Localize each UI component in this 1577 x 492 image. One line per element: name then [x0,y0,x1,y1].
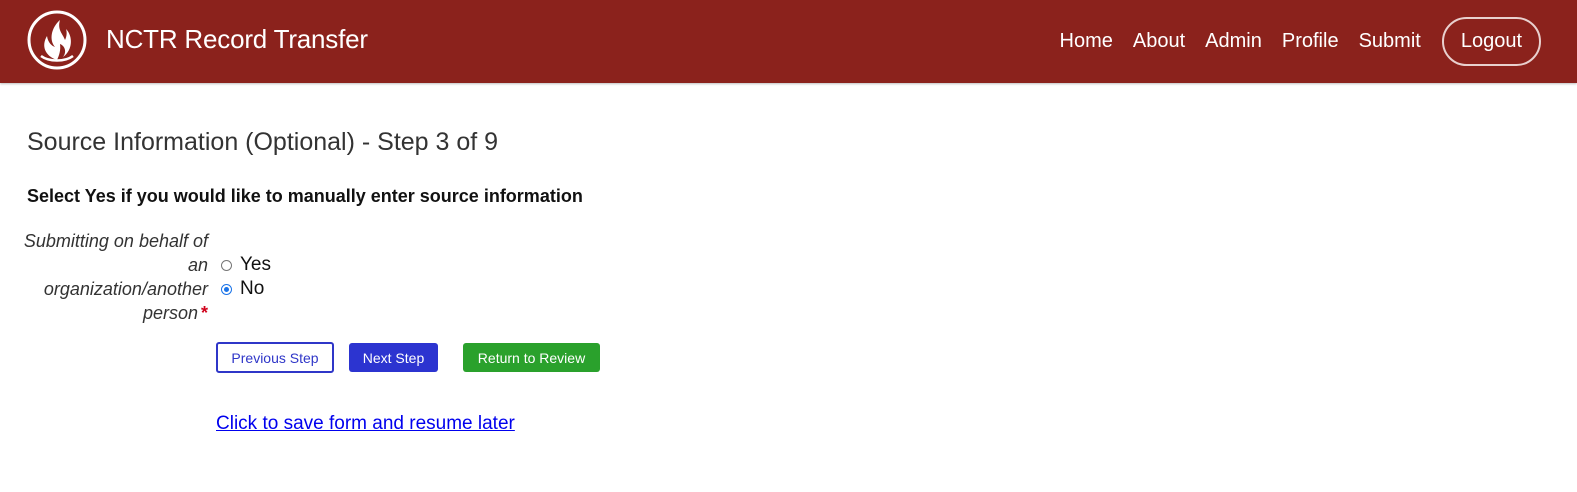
radio-no-label: No [240,278,265,299]
app-header: NCTR Record Transfer Home About Admin Pr… [0,0,1577,83]
field-label-submitting-on-behalf: Submitting on behalf of an organization/… [20,229,208,325]
radio-no[interactable] [221,283,232,295]
return-to-review-button[interactable]: Return to Review [463,343,600,372]
radio-yes-label: Yes [240,254,271,275]
nav-admin[interactable]: Admin [1205,30,1262,53]
radio-option-no[interactable]: No [221,277,271,301]
radio-yes[interactable] [221,259,232,271]
flame-emblem-icon[interactable] [27,10,87,70]
main-nav: Home About Admin Profile Submit Logout [1060,0,1541,83]
save-and-resume-link[interactable]: Click to save form and resume later [216,413,515,435]
form-instructions: Select Yes if you would like to manually… [27,186,583,206]
nav-submit[interactable]: Submit [1359,30,1421,53]
nav-about[interactable]: About [1133,30,1185,53]
next-step-button[interactable]: Next Step [349,343,438,372]
app-title: NCTR Record Transfer [106,24,368,54]
radio-option-yes[interactable]: Yes [221,253,271,277]
logout-button[interactable]: Logout [1441,17,1541,66]
field-label-text: Submitting on behalf of an organization/… [23,231,208,323]
on-behalf-radio-group: Yes No [221,253,271,301]
nav-home[interactable]: Home [1060,30,1113,53]
required-indicator: * [200,303,208,323]
nav-profile[interactable]: Profile [1282,30,1339,53]
previous-step-button[interactable]: Previous Step [216,342,334,373]
page-title: Source Information (Optional) - Step 3 o… [27,128,499,156]
